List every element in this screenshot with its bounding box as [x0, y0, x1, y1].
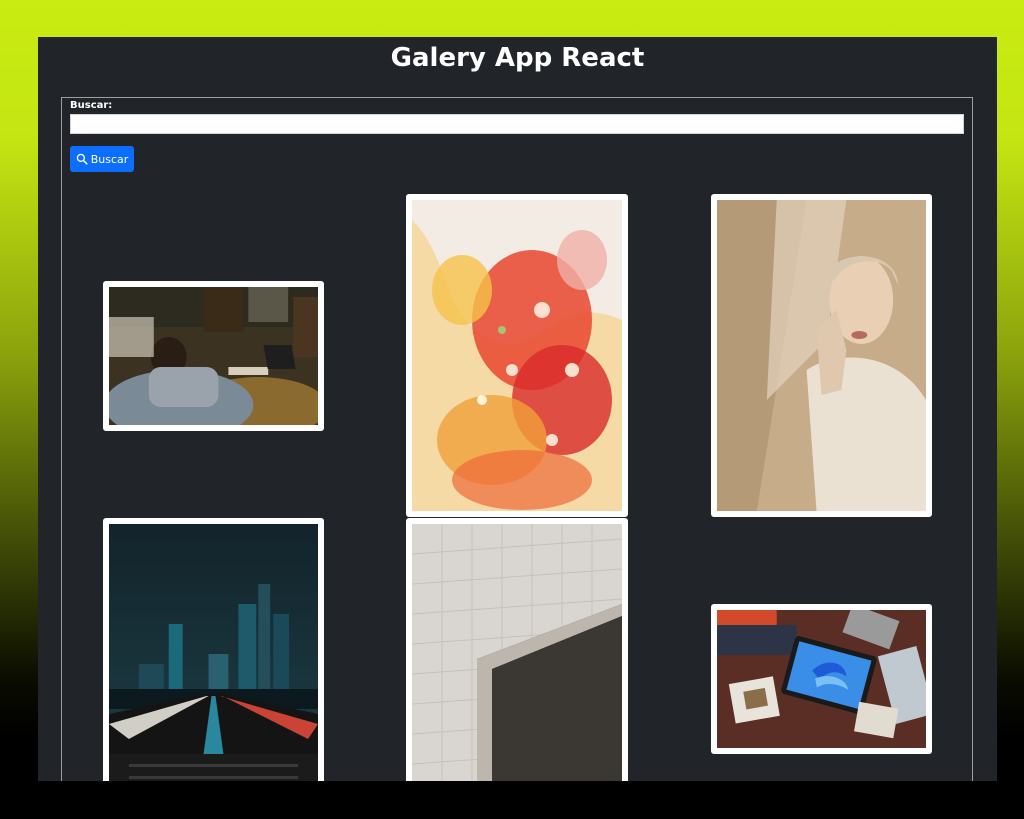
photo-fluid-art-image	[412, 200, 622, 511]
search-icon	[76, 153, 88, 165]
gallery-photo-building[interactable]	[406, 518, 628, 781]
photo-building-image	[412, 524, 622, 781]
search-input[interactable]	[70, 114, 964, 134]
gallery-photo-woman-laptop[interactable]	[103, 281, 324, 431]
app-window: Galery App React Buscar: Buscar	[38, 37, 997, 781]
photo-tablet-image	[717, 610, 926, 748]
page-title: Galery App React	[390, 43, 645, 73]
gallery-photo-city-night[interactable]	[103, 518, 324, 781]
gallery-photo-portrait[interactable]	[711, 194, 932, 517]
gallery-photo-tablet[interactable]	[711, 604, 932, 754]
search-button[interactable]: Buscar	[70, 146, 134, 172]
photo-city-night-image	[109, 524, 318, 781]
gallery-photo-fluid-art[interactable]	[406, 194, 628, 517]
search-label: Buscar:	[70, 100, 113, 111]
photo-woman-laptop-image	[109, 287, 318, 425]
search-button-label: Buscar	[90, 152, 129, 166]
photo-portrait-image	[717, 200, 926, 511]
